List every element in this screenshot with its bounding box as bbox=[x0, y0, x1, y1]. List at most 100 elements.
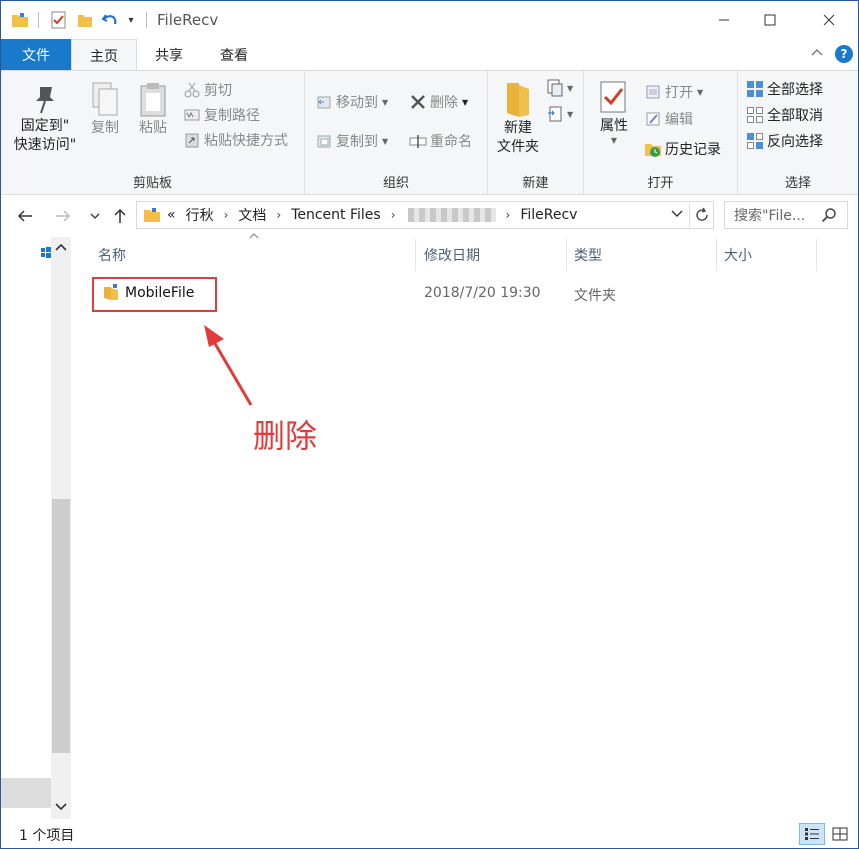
paste-shortcut-icon bbox=[183, 131, 201, 149]
open-button[interactable]: 打开 ▼ bbox=[644, 81, 703, 103]
delete-dropdown-icon: ▼ bbox=[462, 97, 469, 107]
breadcrumb-separator-icon[interactable]: › bbox=[224, 208, 229, 222]
copy-path-label: 复制路径 bbox=[204, 108, 260, 124]
select-all-label: 全部选择 bbox=[767, 82, 823, 98]
column-header-name[interactable]: 名称 bbox=[91, 239, 416, 271]
horizontal-scrollbar[interactable] bbox=[1, 778, 51, 808]
window-title: FileRecv bbox=[157, 11, 219, 29]
paste-button[interactable]: 粘贴 bbox=[133, 81, 173, 138]
rename-button[interactable]: 重命名 bbox=[409, 130, 472, 152]
large-icons-view-icon[interactable] bbox=[827, 823, 853, 845]
rename-label: 重命名 bbox=[430, 134, 472, 150]
breadcrumb-filerecv[interactable]: FileRecv bbox=[520, 207, 577, 223]
title-bar: ▾ FileRecv bbox=[1, 1, 858, 39]
new-folder-button[interactable]: 新建 文件夹 bbox=[492, 79, 544, 157]
maximize-button[interactable] bbox=[747, 1, 793, 39]
breadcrumb-documents[interactable]: 文档 bbox=[238, 205, 266, 225]
pin-quick-access-button[interactable]: 固定到" 快速访问" bbox=[9, 83, 81, 155]
annotation-highlight-box bbox=[92, 277, 217, 312]
move-to-button[interactable]: 移动到 ▼ bbox=[315, 91, 388, 113]
select-none-label: 全部取消 bbox=[767, 108, 823, 124]
item-count: 1 个项目 bbox=[19, 828, 75, 844]
paste-label: 粘贴 bbox=[139, 120, 167, 136]
breadcrumb-redacted[interactable] bbox=[407, 208, 496, 222]
select-all-button[interactable]: 全部选择 bbox=[746, 78, 823, 100]
close-button[interactable] bbox=[806, 1, 852, 39]
edit-button[interactable]: 编辑 bbox=[644, 108, 693, 130]
tab-home[interactable]: 主页 bbox=[71, 39, 137, 71]
copy-button[interactable]: 复制 bbox=[85, 81, 125, 138]
details-view-icon[interactable] bbox=[799, 823, 825, 845]
copy-to-button[interactable]: 复制到 ▼ bbox=[315, 130, 388, 152]
column-header-size[interactable]: 大小 bbox=[717, 239, 817, 271]
address-dropdown-icon[interactable] bbox=[671, 209, 683, 219]
new-item-button[interactable]: ▼ bbox=[546, 77, 573, 99]
file-type: 文件夹 bbox=[574, 288, 616, 304]
navigation-pane-scrollbar[interactable] bbox=[51, 237, 71, 819]
search-input[interactable]: 搜索"File... bbox=[724, 201, 848, 229]
breadcrumb-user[interactable]: 行秋 bbox=[186, 205, 214, 225]
organize-group-label: 组织 bbox=[382, 176, 409, 191]
explorer-window: ▾ FileRecv 文件 主页 共享 查看 ? 固定到" 快速访问" 复制 粘… bbox=[0, 0, 859, 849]
easy-access-dropdown-icon: ▼ bbox=[567, 109, 574, 119]
open-label: 打开 bbox=[665, 85, 693, 101]
folder-app-icon bbox=[9, 9, 31, 31]
back-arrow-icon[interactable] bbox=[13, 204, 37, 228]
address-bar[interactable]: « 行秋 › 文档 › Tencent Files › › FileRecv bbox=[136, 201, 714, 229]
recent-locations-chevron-icon[interactable] bbox=[87, 204, 103, 228]
new-group-label: 新建 bbox=[522, 176, 549, 191]
breadcrumb-overflow[interactable]: « bbox=[167, 207, 176, 223]
new-folder-quick-icon[interactable] bbox=[74, 9, 96, 31]
history-label: 历史记录 bbox=[665, 142, 721, 158]
refresh-icon[interactable] bbox=[694, 207, 710, 223]
quick-access-dropdown-icon[interactable]: ▾ bbox=[123, 9, 139, 31]
copy-path-icon bbox=[183, 106, 201, 124]
pin-label-line2: 快速访问" bbox=[13, 137, 77, 153]
properties-quick-icon[interactable] bbox=[48, 9, 70, 31]
tab-share[interactable]: 共享 bbox=[139, 39, 199, 70]
tab-file[interactable]: 文件 bbox=[1, 39, 71, 70]
up-arrow-icon[interactable] bbox=[109, 204, 131, 228]
organize-group: 移动到 ▼ 复制到 ▼ 删除 ▼ 重命名 组织 bbox=[305, 71, 488, 195]
breadcrumb-separator-icon[interactable]: › bbox=[506, 208, 511, 222]
history-button[interactable]: 历史记录 bbox=[644, 138, 721, 160]
undo-icon[interactable] bbox=[99, 9, 121, 31]
paste-icon bbox=[140, 83, 166, 117]
scrollbar-thumb[interactable] bbox=[52, 499, 70, 753]
select-group: 全部选择 全部取消 反向选择 选择 bbox=[738, 71, 858, 195]
minimize-button[interactable] bbox=[701, 1, 747, 39]
search-icon[interactable] bbox=[821, 207, 837, 223]
copy-path-button[interactable]: 复制路径 bbox=[183, 104, 260, 126]
delete-button[interactable]: 删除 ▼ bbox=[409, 91, 468, 113]
scroll-up-icon[interactable] bbox=[55, 243, 67, 251]
new-folder-icon bbox=[507, 83, 529, 117]
scroll-down-icon[interactable] bbox=[55, 803, 67, 811]
properties-dropdown-icon: ▼ bbox=[610, 136, 618, 145]
collapse-ribbon-icon[interactable] bbox=[810, 45, 824, 63]
copy-icon bbox=[92, 82, 118, 116]
forward-arrow-icon[interactable] bbox=[51, 204, 75, 228]
paste-shortcut-label: 粘贴快捷方式 bbox=[204, 133, 288, 149]
open-group: 属性 ▼ 打开 ▼ 编辑 历史记录 打开 bbox=[584, 71, 738, 195]
open-dropdown-icon: ▼ bbox=[697, 87, 704, 97]
breadcrumb-separator-icon[interactable]: › bbox=[276, 208, 281, 222]
copy-to-dropdown-icon: ▼ bbox=[382, 136, 389, 146]
easy-access-icon bbox=[546, 105, 564, 123]
select-all-icon bbox=[746, 80, 764, 98]
properties-button[interactable]: 属性 ▼ bbox=[592, 79, 636, 146]
tab-view[interactable]: 查看 bbox=[204, 39, 264, 70]
help-icon[interactable]: ? bbox=[835, 45, 853, 63]
breadcrumb-separator-icon[interactable]: › bbox=[391, 208, 396, 222]
cut-button[interactable]: 剪切 bbox=[183, 79, 232, 101]
select-none-button[interactable]: 全部取消 bbox=[746, 104, 823, 126]
copy-label: 复制 bbox=[91, 120, 119, 136]
column-header-date[interactable]: 修改日期 bbox=[417, 239, 567, 271]
breadcrumb-tencent-files[interactable]: Tencent Files bbox=[291, 207, 381, 223]
column-header-type[interactable]: 类型 bbox=[567, 239, 717, 271]
invert-selection-icon bbox=[746, 132, 764, 150]
navigation-bar: « 行秋 › 文档 › Tencent Files › › FileRecv 搜… bbox=[1, 198, 858, 234]
invert-selection-button[interactable]: 反向选择 bbox=[746, 130, 823, 152]
paste-shortcut-button[interactable]: 粘贴快捷方式 bbox=[183, 129, 288, 151]
move-to-label: 移动到 bbox=[336, 95, 378, 111]
easy-access-button[interactable]: ▼ bbox=[546, 103, 573, 125]
